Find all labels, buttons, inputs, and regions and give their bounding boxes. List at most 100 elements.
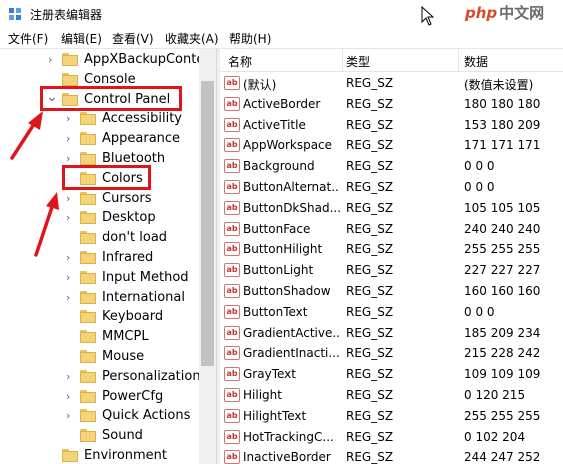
column-separator[interactable] — [342, 49, 343, 71]
folder-icon — [80, 369, 96, 383]
chevron-right-icon[interactable]: › — [66, 271, 76, 284]
column-separator[interactable] — [458, 49, 459, 71]
list-item[interactable]: ab HilightText REG_SZ 255 255 255 — [220, 406, 563, 426]
tree-item-desktop[interactable]: › Desktop — [0, 208, 199, 228]
list-item[interactable]: ab GradientInacti... REG_SZ 215 228 242 — [220, 343, 563, 363]
list-item[interactable]: ab ButtonLight REG_SZ 227 227 227 — [220, 260, 563, 280]
chevron-right-icon[interactable]: › — [66, 192, 76, 205]
chevron-right-icon[interactable]: › — [66, 409, 76, 422]
ab-string-icon: ab — [224, 408, 240, 423]
highlight-box-colors — [62, 165, 151, 190]
list-item[interactable]: ab ButtonHilight REG_SZ 255 255 255 — [220, 239, 563, 259]
tree-item-label: MMCPL — [102, 329, 149, 345]
tree-item-label: Console — [84, 71, 136, 87]
tree-item-appearance[interactable]: › Appearance — [0, 129, 199, 149]
chevron-right-icon[interactable]: › — [66, 390, 76, 403]
tree-item-label: don't load — [102, 230, 168, 246]
tree-item-input-method[interactable]: › Input Method — [0, 268, 199, 288]
list-item[interactable]: ab ButtonAlternat... REG_SZ 0 0 0 — [220, 177, 563, 197]
list-item[interactable]: ab ButtonShadow REG_SZ 160 160 160 — [220, 281, 563, 301]
tree-item-label: Infrared — [102, 250, 154, 265]
list-item[interactable]: ab Background REG_SZ 0 0 0 — [220, 156, 563, 176]
menu-file[interactable]: 文件(F) — [8, 30, 48, 47]
list-item[interactable]: ab ActiveTitle REG_SZ 153 180 209 — [220, 115, 563, 135]
folder-icon — [80, 409, 96, 423]
value-name: HilightText — [243, 408, 307, 423]
list-item[interactable]: ab ActiveBorder REG_SZ 180 180 180 — [220, 94, 563, 114]
registry-tree[interactable]: › AppXBackupConter Console ⌄ Control Panel › A… — [0, 49, 216, 464]
column-data-header[interactable]: 数据 — [464, 53, 488, 70]
value-type: REG_SZ — [346, 450, 394, 464]
value-data: 171 171 171 — [464, 138, 541, 153]
tree-item-cursors[interactable]: › Cursors — [0, 189, 199, 209]
ab-string-icon: ab — [224, 284, 240, 298]
folder-icon — [80, 350, 96, 363]
tree-item-powercfg[interactable]: › PowerCfg — [0, 387, 199, 407]
list-item[interactable]: ab ButtonDkShad... REG_SZ 105 105 105 — [220, 198, 563, 218]
tree-item-personalization[interactable]: › Personalization — [0, 367, 201, 387]
tree-item-don-t-load[interactable]: don't load — [0, 228, 199, 248]
list-item[interactable]: ab ButtonText REG_SZ 0 0 0 — [220, 302, 563, 322]
values-list[interactable]: 名称 类型 数据 ab (默认) REG_SZ (数值未设置) ab ActiveBord… — [220, 49, 563, 464]
value-data: 240 240 240 — [464, 221, 541, 236]
value-name: ButtonText — [243, 304, 308, 319]
value-type: REG_SZ — [346, 159, 394, 174]
column-name-header[interactable]: 名称 — [228, 53, 252, 70]
list-item[interactable]: ab Hilight REG_SZ 0 120 215 — [220, 385, 563, 405]
list-item[interactable]: ab ButtonFace REG_SZ 240 240 240 — [220, 219, 563, 239]
folder-icon — [80, 429, 96, 443]
list-item[interactable]: ab GradientActive... REG_SZ 185 209 234 — [220, 323, 563, 343]
list-item[interactable]: ab InactiveBorder REG_SZ 244 247 252 — [220, 447, 563, 464]
value-type: REG_SZ — [346, 346, 394, 361]
folder-icon — [80, 310, 96, 324]
tree-item-infrared[interactable]: › Infrared — [0, 248, 199, 268]
column-type-header[interactable]: 类型 — [346, 53, 370, 70]
chevron-right-icon[interactable]: › — [66, 211, 76, 224]
value-name: ButtonShadow — [243, 284, 331, 298]
tree-item-keyboard[interactable]: Keyboard — [0, 307, 199, 327]
chevron-right-icon[interactable]: › — [66, 132, 76, 145]
value-data: 0 0 0 — [464, 180, 495, 194]
chevron-right-icon[interactable]: › — [66, 251, 76, 264]
tree-item-label: Personalization — [102, 368, 201, 384]
list-header: 名称 类型 数据 — [220, 49, 563, 72]
title-bar: 注册表编辑器 php 中文网 — [0, 0, 563, 28]
list-item[interactable]: ab AppWorkspace REG_SZ 171 171 171 — [220, 135, 563, 155]
ab-string-icon: ab — [224, 221, 240, 236]
tree-item-sound[interactable]: Sound — [0, 426, 199, 446]
value-data: 0 120 215 — [464, 388, 526, 402]
tree-item-quick-actions[interactable]: › Quick Actions — [0, 406, 199, 426]
tree-scrollbar-thumb[interactable] — [201, 81, 214, 366]
tree-item-accessibility[interactable]: › Accessibility — [0, 109, 199, 129]
list-item[interactable]: ab GrayText REG_SZ 109 109 109 — [220, 364, 563, 384]
value-type: REG_SZ — [346, 180, 394, 194]
list-item[interactable]: ab (默认) REG_SZ (数值未设置) — [220, 73, 563, 93]
tree-item-international[interactable]: › International — [0, 288, 199, 308]
ab-string-icon: ab — [224, 117, 240, 132]
regedit-icon — [9, 8, 21, 20]
chevron-right-icon[interactable]: › — [48, 53, 58, 66]
chevron-right-icon[interactable]: › — [66, 112, 76, 125]
tree-item-appxbackupconter[interactable]: › AppXBackupConter — [0, 50, 210, 70]
list-item[interactable]: ab HotTrackingC... REG_SZ 0 102 204 — [220, 427, 563, 447]
tree-item-label: Cursors — [102, 190, 152, 206]
menu-help[interactable]: 帮助(H) — [229, 30, 271, 47]
chevron-right-icon[interactable]: › — [66, 370, 76, 383]
menu-view[interactable]: 查看(V) — [112, 30, 154, 47]
menu-favorites[interactable]: 收藏夹(A) — [165, 30, 219, 47]
chevron-right-icon[interactable]: › — [66, 291, 76, 304]
ab-string-icon: ab — [224, 96, 240, 111]
tree-item-environment[interactable]: Environment — [0, 446, 199, 464]
chevron-right-icon[interactable]: › — [66, 152, 76, 165]
value-type: REG_SZ — [346, 429, 394, 444]
value-data: 105 105 105 — [464, 200, 541, 215]
folder-icon — [80, 152, 96, 165]
tree-item-mouse[interactable]: Mouse — [0, 347, 199, 367]
folder-icon — [80, 132, 96, 146]
value-type: REG_SZ — [346, 221, 394, 236]
watermark-logo: php 中文网 — [465, 2, 544, 23]
tree-scrollbar[interactable] — [199, 49, 216, 464]
tree-item-mmcpl[interactable]: MMCPL — [0, 327, 199, 347]
menu-edit[interactable]: 编辑(E) — [61, 30, 102, 47]
window-title: 注册表编辑器 — [30, 8, 103, 22]
